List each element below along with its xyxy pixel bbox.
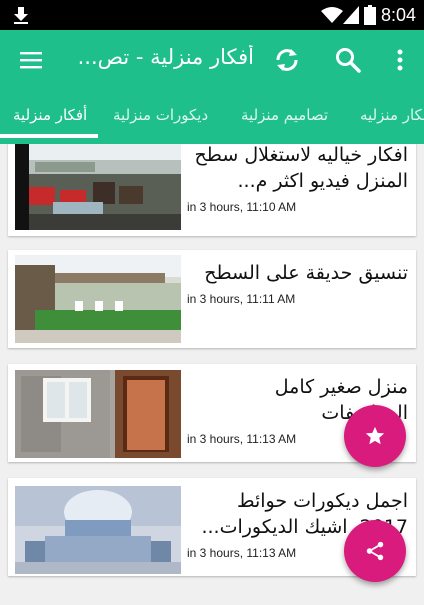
app-bar: أفكار منزلية - تص...: [0, 30, 424, 90]
search-button[interactable]: [330, 42, 366, 78]
article-thumbnail: [15, 370, 181, 458]
share-icon: [366, 541, 384, 561]
article-card[interactable]: تنسيق حديقة على السطح in 3 hours, 11:11 …: [8, 250, 416, 348]
favorite-fab[interactable]: [344, 405, 406, 467]
tab-home-decor[interactable]: ديكورات منزلية: [113, 106, 208, 124]
tab-home-designs[interactable]: تصاميم منزلية: [241, 106, 328, 124]
signal-icon: [343, 6, 359, 24]
search-icon: [336, 48, 361, 73]
battery-icon: [364, 5, 376, 25]
article-time: in 3 hours, 11:13 AM: [187, 546, 297, 560]
tab-home-ideas[interactable]: أفكار منزلية: [13, 106, 87, 124]
menu-button[interactable]: [13, 42, 49, 78]
article-time: in 3 hours, 11:11 AM: [187, 292, 296, 306]
tab-home-ideas-2[interactable]: أفكار منزليه: [360, 106, 424, 124]
refresh-button[interactable]: [269, 42, 305, 78]
more-vert-icon: [397, 49, 403, 71]
menu-icon: [20, 52, 42, 69]
article-time: in 3 hours, 11:10 AM: [187, 200, 297, 214]
download-icon: [14, 7, 28, 24]
more-options-button[interactable]: [382, 42, 418, 78]
article-card[interactable]: افكار خياليه لاستغلال سطح المنزل فيديو ا…: [8, 144, 416, 236]
article-thumbnail: [15, 486, 181, 574]
article-thumbnail: [15, 255, 181, 343]
tab-indicator: [0, 134, 98, 138]
article-time: in 3 hours, 11:13 AM: [187, 432, 297, 446]
article-title: تنسيق حديقة على السطح: [204, 262, 408, 284]
share-fab[interactable]: [344, 520, 406, 582]
refresh-icon: [276, 49, 298, 71]
app-title: أفكار منزلية - تص...: [77, 45, 254, 69]
status-bar: 8:04: [0, 0, 424, 30]
article-thumbnail: [15, 144, 181, 230]
status-time: 8:04: [381, 5, 417, 25]
wifi-icon: [321, 7, 343, 23]
star-icon: [365, 426, 385, 445]
article-title: افكار خياليه لاستغلال سطح المنزل فيديو ا…: [194, 144, 408, 192]
